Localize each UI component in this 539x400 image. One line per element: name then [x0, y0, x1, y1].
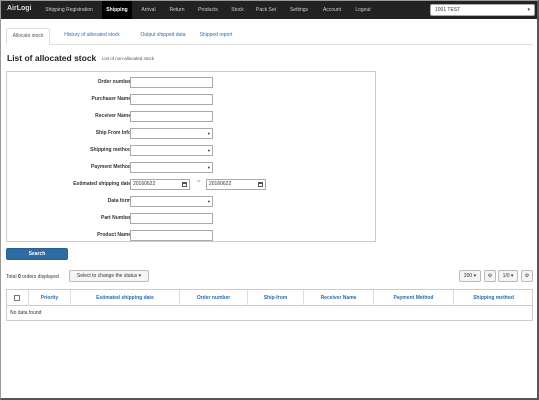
- tab-bar: Allocate stock History of allocated stoc…: [6, 28, 533, 45]
- shipping-date-to-input[interactable]: 20160622: [206, 179, 266, 190]
- estimated-shipping-date-label: Estimated shipping date: [73, 181, 131, 187]
- nav-shipping[interactable]: Shipping: [102, 1, 132, 19]
- caret-down-icon: ▾: [473, 273, 477, 279]
- chevron-down-icon: ▾: [207, 199, 210, 204]
- product-name-input[interactable]: [130, 230, 213, 241]
- page-title: List of allocated stock: [7, 53, 97, 63]
- change-status-dropdown[interactable]: Select to change the status ▾: [69, 270, 149, 282]
- tab-allocate-stock[interactable]: Allocate stock: [6, 28, 50, 45]
- column-settings-button[interactable]: ⚙: [521, 270, 533, 282]
- shipping-method-label: Shipping method: [90, 147, 131, 153]
- tenant-select-value: 1001 TEST: [435, 7, 461, 13]
- order-number-input[interactable]: [130, 77, 213, 88]
- calendar-icon[interactable]: [182, 182, 187, 187]
- search-form: Order number Purchaser Name Receiver Nam…: [6, 71, 376, 242]
- search-button[interactable]: Search: [6, 248, 68, 260]
- orders-table: Priority Estimated shipping date Order n…: [6, 289, 533, 321]
- empty-table-message: No data found: [10, 310, 42, 316]
- pagination-dropdown[interactable]: 1/0 ▾: [498, 270, 518, 282]
- page-size-value: 200: [463, 273, 473, 279]
- shipping-date-from-input[interactable]: 20160622: [130, 179, 190, 190]
- chevron-down-icon: ▾: [207, 165, 210, 170]
- page-size-dropdown[interactable]: 200 ▾: [459, 270, 481, 282]
- table-header: Priority Estimated shipping date Order n…: [7, 290, 532, 306]
- nav-return[interactable]: Return: [165, 1, 189, 19]
- nav-account[interactable]: Account: [317, 1, 347, 19]
- total-count: 0: [17, 274, 21, 280]
- calendar-icon[interactable]: [258, 182, 263, 187]
- receiver-name-input[interactable]: [130, 111, 213, 122]
- column-shipping-method[interactable]: Shipping method: [453, 290, 533, 306]
- part-number-label: Part Number: [100, 215, 131, 221]
- date-range-separator: ~: [197, 179, 201, 185]
- select-all-checkbox[interactable]: [14, 295, 20, 301]
- shipping-date-from-value: 20160622: [133, 181, 156, 187]
- form-row-shipping-method: Shipping method ▾: [7, 142, 375, 159]
- total-suffix: orders displayed: [22, 274, 59, 280]
- settings-button[interactable]: ⚙: [484, 270, 496, 282]
- form-row-estimated-shipping-date: Estimated shipping date 20160622 ~ 20160…: [7, 176, 375, 193]
- nav-settings[interactable]: Settings: [284, 1, 314, 19]
- form-row-payment-method: Payment Method ▾: [7, 159, 375, 176]
- order-number-label: Order number: [97, 79, 131, 85]
- change-status-label: Select to change the status: [76, 273, 138, 279]
- column-order-number[interactable]: Order number: [179, 290, 247, 306]
- payment-method-select[interactable]: ▾: [130, 162, 213, 173]
- brand-logo[interactable]: AirLogi: [7, 5, 32, 12]
- chevron-down-icon: ▾: [527, 7, 530, 13]
- total-count-text: Total 0 orders displayed: [6, 274, 59, 280]
- gear-icon: ⚙: [487, 273, 493, 279]
- payment-method-label: Payment Method: [90, 164, 131, 170]
- tab-output-shipped-data[interactable]: Output shipped data: [133, 28, 193, 45]
- chevron-down-icon: ▾: [207, 148, 210, 153]
- shipping-method-select[interactable]: ▾: [130, 145, 213, 156]
- column-estimated-shipping-date[interactable]: Estimated shipping date: [70, 290, 179, 306]
- nav-arrival[interactable]: Arrival: [136, 1, 161, 19]
- column-receiver-name[interactable]: Receiver Name: [303, 290, 373, 306]
- purchaser-name-input[interactable]: [130, 94, 213, 105]
- top-navbar: AirLogi Shipping Registration Shipping A…: [1, 1, 537, 19]
- nav-stock[interactable]: Stock: [227, 1, 248, 19]
- nav-shipping-registration[interactable]: Shipping Registration: [39, 1, 99, 19]
- nav-products[interactable]: Products: [193, 1, 223, 19]
- form-row-part-number: Part Number: [7, 210, 375, 227]
- non-allocated-stock-link[interactable]: List of non-allocated stock: [102, 56, 154, 61]
- select-all-cell: [7, 290, 28, 306]
- nav-logout[interactable]: Logout: [351, 1, 375, 19]
- gear-icon: ⚙: [524, 273, 530, 279]
- shipping-date-to-value: 20160622: [209, 181, 232, 187]
- table-row: No data found: [7, 306, 532, 320]
- purchaser-name-label: Purchaser Name: [91, 96, 131, 102]
- pagination-value: 1/0: [502, 273, 510, 279]
- column-priority[interactable]: Priority: [28, 290, 70, 306]
- data-form-select[interactable]: ▾: [130, 196, 213, 207]
- form-row-purchaser-name: Purchaser Name: [7, 91, 375, 108]
- column-payment-method[interactable]: Payment Method: [373, 290, 453, 306]
- chevron-down-icon: ▾: [207, 131, 210, 136]
- tab-shipped-report[interactable]: Shipped report: [194, 28, 238, 45]
- caret-down-icon: ▾: [510, 273, 514, 279]
- ship-from-info-label: Ship From Info: [95, 130, 131, 136]
- form-row-data-form: Data form ▾: [7, 193, 375, 210]
- ship-from-info-select[interactable]: ▾: [130, 128, 213, 139]
- form-row-receiver-name: Receiver Name: [7, 108, 375, 125]
- product-name-label: Product Name: [97, 232, 131, 238]
- part-number-input[interactable]: [130, 213, 213, 224]
- receiver-name-label: Receiver Name: [95, 113, 131, 119]
- form-row-order-number: Order number: [7, 74, 375, 91]
- tenant-select[interactable]: 1001 TEST ▾: [430, 4, 535, 16]
- caret-down-icon: ▾: [138, 273, 142, 279]
- form-row-product-name: Product Name: [7, 227, 375, 244]
- column-ship-from[interactable]: Ship-from: [247, 290, 303, 306]
- nav-pack-set[interactable]: Pack Set: [252, 1, 280, 19]
- tab-history-of-allocated-stock[interactable]: History of allocated stock: [52, 28, 132, 45]
- form-row-ship-from-info: Ship From Info ▾: [7, 125, 375, 142]
- total-prefix: Total: [6, 274, 17, 280]
- data-form-label: Data form: [107, 198, 131, 204]
